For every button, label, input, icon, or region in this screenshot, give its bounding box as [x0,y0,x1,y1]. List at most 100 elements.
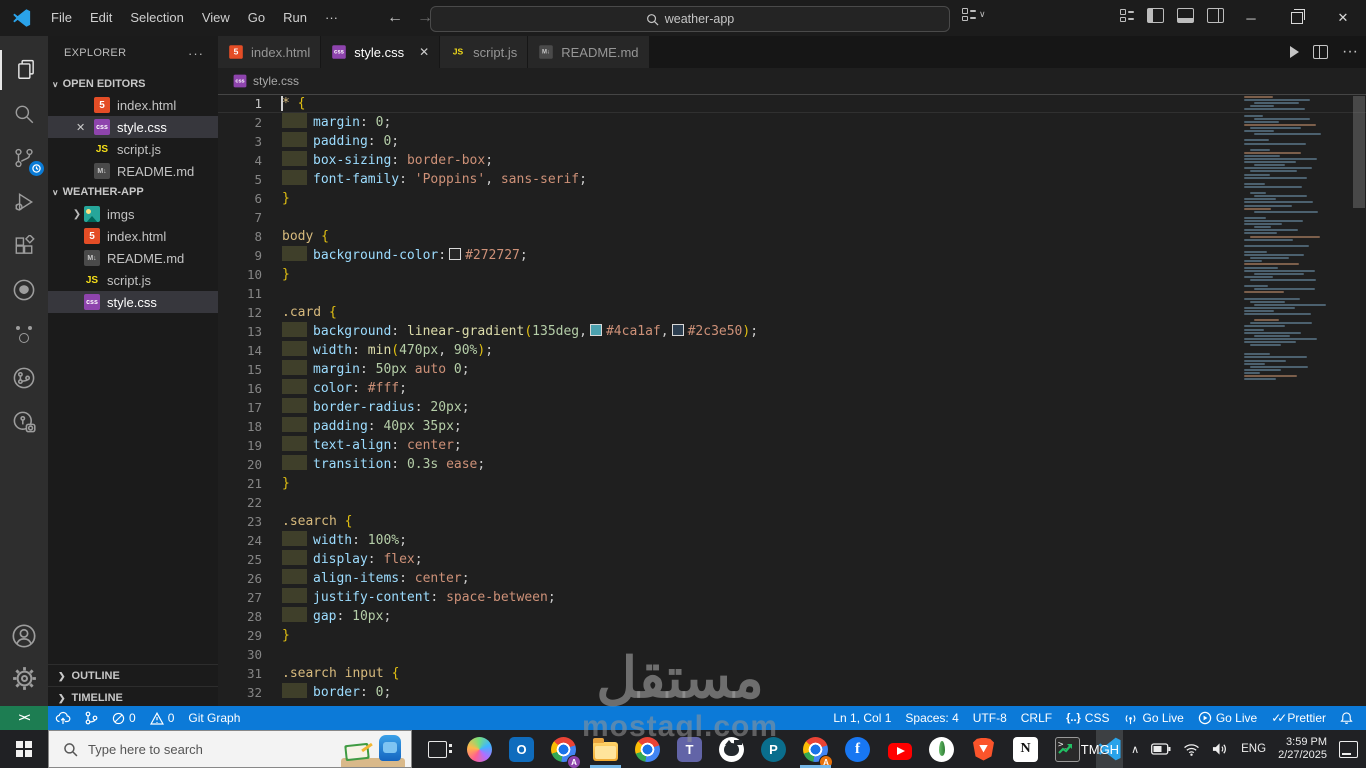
code-line-24[interactable]: 24 width: 100%; [218,531,1366,550]
minimap[interactable] [1240,96,1352,396]
menu-edit[interactable]: Edit [81,0,121,36]
battery-icon[interactable] [1151,743,1171,755]
taskbar-task-view-icon[interactable] [424,730,452,768]
wifi-icon[interactable] [1183,743,1200,756]
code-line-14[interactable]: 14 width: min(470px, 90%); [218,341,1366,360]
explorer-actions-icon[interactable]: ··· [188,46,204,61]
menu-selection[interactable]: Selection [121,0,192,36]
status-0[interactable]: 0 [143,706,182,730]
open-editor-README-md[interactable]: M↓ README.md [48,160,218,182]
open-editors-header[interactable]: ∨ OPEN EDITORS [48,74,218,94]
source-control-icon[interactable] [0,138,48,178]
status-ln-1-col-1[interactable]: Ln 1, Col 1 [826,706,898,730]
code-line-15[interactable]: 15 margin: 50px auto 0; [218,360,1366,379]
code-line-23[interactable]: 23 .search { [218,512,1366,531]
code-line-31[interactable]: 31 .search input { [218,664,1366,683]
code-line-6[interactable]: 6} [218,189,1366,208]
file-style-css[interactable]: css style.css [48,291,218,313]
code-line-22[interactable]: 22 [218,493,1366,512]
close-tab-icon[interactable]: ✕ [419,45,429,59]
taskbar-chrome-icon[interactable]: A [800,730,833,768]
taskbar-search[interactable]: Type here to search [48,730,412,768]
status-prettier[interactable]: ✓✓ Prettier [1264,706,1333,730]
open-editor-script-js[interactable]: JS script.js [48,138,218,160]
status-bell[interactable] [1333,706,1360,730]
explorer-icon[interactable] [0,50,50,90]
code-line-2[interactable]: 2 margin: 0; [218,113,1366,132]
breadcrumb[interactable]: css style.css [218,68,1366,94]
code-line-13[interactable]: 13 background: linear-gradient(135deg, #4c… [218,322,1366,341]
status-go-live[interactable]: Go Live [1116,706,1190,730]
run-debug-icon[interactable] [0,182,48,222]
account-icon[interactable] [0,616,48,656]
code-line-30[interactable]: 30 [218,645,1366,664]
git-history-icon[interactable] [0,402,48,442]
status-css[interactable]: {..} CSS [1059,706,1116,730]
menu-run[interactable]: Run [274,0,316,36]
taskbar-mongodb-icon[interactable] [928,730,955,768]
code-line-7[interactable]: 7 [218,208,1366,227]
code-line-5[interactable]: 5 font-family: 'Poppins', sans-serif; [218,170,1366,189]
tray-clock[interactable]: 3:59 PM 2/27/2025 [1278,736,1327,762]
open-editor-index-html[interactable]: 5 index.html [48,94,218,116]
status-spaces-4[interactable]: Spaces: 4 [898,706,965,730]
tab-README-md[interactable]: M↓ README.md [528,36,650,68]
git-graph-icon[interactable] [0,358,48,398]
code-line-8[interactable]: 8 body { [218,227,1366,246]
start-button[interactable] [0,730,48,768]
taskbar-outlook-icon[interactable]: O [508,730,535,768]
code-line-32[interactable]: 32 border: 0; [218,683,1366,702]
search-icon[interactable] [0,94,48,134]
scrollbar-thumb[interactable] [1353,96,1365,208]
extension-face-icon[interactable] [0,314,48,354]
menu-[interactable]: ··· [316,0,347,36]
menu-file[interactable]: File [42,0,81,36]
file-index-html[interactable]: 5 index.html [48,225,218,247]
toggle-sidebar-icon[interactable] [1147,8,1164,23]
status-0[interactable]: 0 [105,706,143,730]
settings-gear-icon[interactable] [0,658,48,698]
status-cloud-upload[interactable] [48,706,78,730]
taskbar-notion-icon[interactable]: N [1012,730,1039,768]
taskbar-github-icon[interactable] [718,730,745,768]
speaker-icon[interactable] [1212,742,1229,756]
back-arrow-icon[interactable]: ← [387,9,403,27]
customize-layout-icon[interactable] [1120,9,1134,22]
taskbar-facebook-icon[interactable]: f [844,730,871,768]
taskbar-brave-icon[interactable] [970,730,997,768]
code-line-26[interactable]: 26 align-items: center; [218,569,1366,588]
close-editor-icon[interactable]: ✕ [76,121,85,134]
code-line-1[interactable]: 1 * { [218,94,1366,113]
code-line-12[interactable]: 12 .card { [218,303,1366,322]
split-editor-icon[interactable] [1313,45,1329,59]
taskbar-teams-icon[interactable]: T [676,730,703,768]
tab-style-css[interactable]: css style.css ✕ [321,36,441,68]
scrollbar[interactable] [1352,94,1366,706]
github-icon[interactable] [0,270,48,310]
open-editor-style-css[interactable]: ✕ css style.css [48,116,218,138]
code-line-11[interactable]: 11 [218,284,1366,303]
code-line-4[interactable]: 4 box-sizing: border-box; [218,151,1366,170]
status-crlf[interactable]: CRLF [1014,706,1059,730]
command-center-search[interactable]: weather-app [430,6,950,32]
tray-chevron-icon[interactable]: ∧ [1131,743,1139,756]
code-line-3[interactable]: 3 padding: 0; [218,132,1366,151]
keyboard-language[interactable]: ENG [1241,743,1266,755]
extensions-icon[interactable] [0,226,48,266]
tray-app-tmgh[interactable]: TMGH [1058,742,1119,757]
taskbar-packet-tracer-icon[interactable]: P [760,730,787,768]
status-go-live[interactable]: Go Live [1191,706,1264,730]
run-file-icon[interactable] [1290,46,1300,58]
restore-button[interactable] [1274,0,1320,36]
code-line-20[interactable]: 20 transition: 0.3s ease; [218,455,1366,474]
project-header[interactable]: ∨ WEATHER-APP [48,182,218,202]
tab-index-html[interactable]: 5 index.html [218,36,322,68]
status-git-graph-ico[interactable] [78,706,105,730]
code-line-25[interactable]: 25 display: flex; [218,550,1366,569]
menu-go[interactable]: Go [239,0,274,36]
remote-indicator[interactable]: >< [0,706,48,730]
code-line-16[interactable]: 16 color: #fff; [218,379,1366,398]
taskbar-copilot-icon[interactable] [466,730,493,768]
accounts-layout-icon[interactable]: ∨ [962,8,986,21]
toggle-panel-icon[interactable] [1177,8,1194,23]
